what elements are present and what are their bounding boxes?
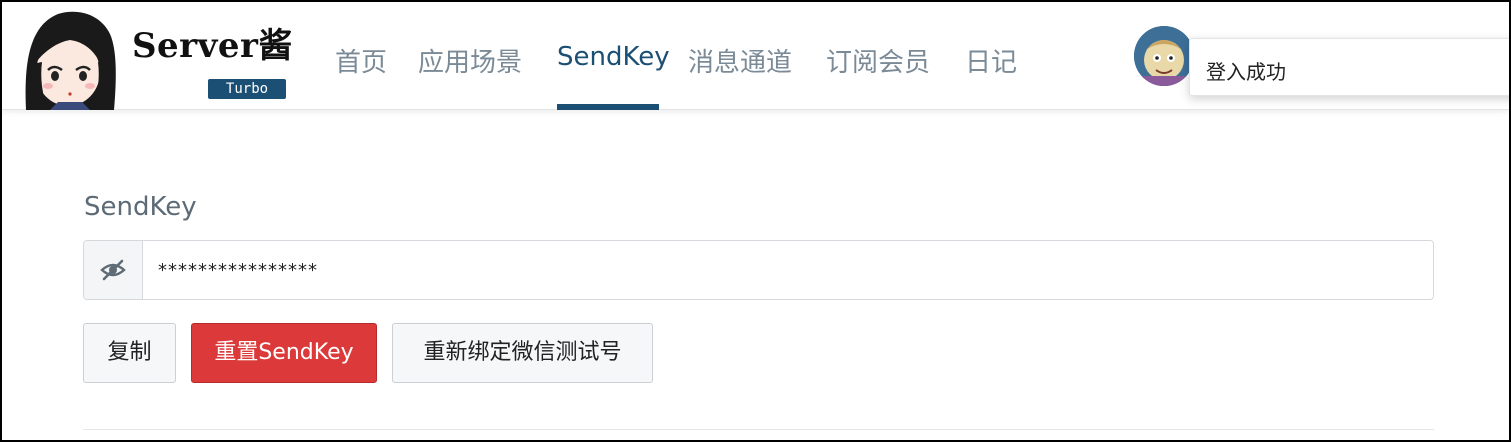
eye-slash-icon	[100, 259, 126, 281]
app-frame: Server酱 Turbo 首页 应用场景 SendKey 消息通道 订阅会员 …	[0, 0, 1511, 442]
sendkey-label: SendKey	[84, 192, 197, 222]
toast-message: 登入成功	[1206, 60, 1286, 84]
brand-name: Server酱	[132, 26, 293, 66]
mascot-logo[interactable]	[18, 6, 122, 110]
sendkey-field[interactable]	[144, 241, 1432, 299]
top-header: Server酱 Turbo 首页 应用场景 SendKey 消息通道 订阅会员 …	[2, 2, 1509, 110]
brand-badge: Turbo	[208, 79, 286, 99]
nav-item-diary[interactable]: 日记	[965, 42, 1017, 79]
nav-item-home[interactable]: 首页	[335, 42, 387, 79]
nav-item-membership[interactable]: 订阅会员	[826, 42, 930, 79]
active-tab-indicator	[557, 104, 659, 110]
nav-item-channels[interactable]: 消息通道	[688, 42, 792, 79]
copy-button[interactable]: 复制	[83, 323, 176, 383]
avatar-image	[1134, 26, 1194, 86]
section-divider	[83, 429, 1434, 430]
nav-item-sendkey[interactable]: SendKey	[557, 42, 670, 72]
reset-sendkey-button[interactable]: 重置SendKey	[191, 323, 377, 383]
rebind-wechat-button[interactable]: 重新绑定微信测试号	[392, 323, 653, 383]
nav-item-scenarios[interactable]: 应用场景	[418, 42, 522, 79]
user-avatar[interactable]	[1134, 26, 1194, 86]
toggle-visibility-button[interactable]	[84, 241, 143, 299]
login-success-toast: 登入成功	[1189, 38, 1509, 96]
sendkey-input-group	[83, 240, 1434, 300]
